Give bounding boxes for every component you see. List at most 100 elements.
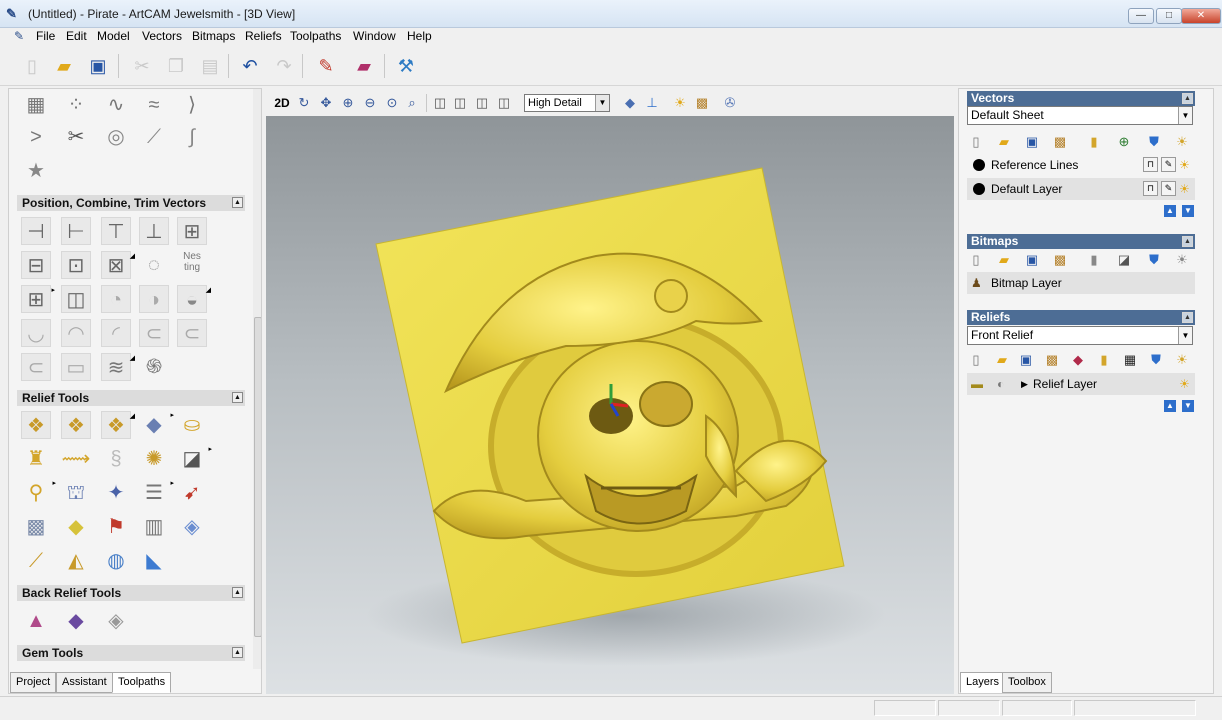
axis-toggle-icon[interactable]: ⊥ [642, 94, 662, 112]
back-relief-offset-icon[interactable]: ◆ [61, 607, 91, 635]
zoom-fit-icon[interactable]: ⊙ [382, 94, 402, 112]
merge-relief-icon[interactable]: ▩ [1043, 351, 1061, 369]
open-relief-icon[interactable]: ▰ [993, 351, 1011, 369]
curve-icon[interactable]: ≈ [139, 91, 169, 119]
chevron-down-icon[interactable]: ▼ [1178, 107, 1192, 124]
book-icon[interactable]: ▰ [350, 52, 378, 80]
trim-shape-icon[interactable]: ◒ ◢ [177, 285, 211, 313]
save-icon[interactable]: ▣ [84, 52, 112, 80]
relief-visibility-icon[interactable]: ☀ [1173, 351, 1191, 369]
menu-edit[interactable]: Edit [66, 29, 87, 43]
cylinder-icon[interactable]: ◎ [101, 123, 131, 151]
layer-visibility-icon[interactable]: ☀ [1173, 133, 1191, 151]
intersect-icon[interactable]: ◑ [139, 285, 169, 313]
new-file-icon[interactable]: ▯ [18, 52, 46, 80]
layer-transform-icon[interactable]: ⊕ [1115, 133, 1133, 151]
gem-blue-icon[interactable]: ◒ [101, 661, 131, 669]
align-center-h-icon[interactable]: ⊞ [177, 217, 207, 245]
section-relief-tools[interactable]: Relief Tools ▲ [17, 390, 245, 406]
paint-relief-icon[interactable]: ⚑ [101, 513, 131, 541]
gem-setting-icon[interactable]: ◒ [21, 661, 51, 669]
shape-editor-icon[interactable]: ❖ [21, 411, 51, 439]
wave-icon[interactable]: ∿ [101, 91, 131, 119]
detail-level-select[interactable]: High Detail ▼ [524, 94, 610, 112]
side-view-icon[interactable]: ◫ [494, 94, 514, 112]
vector-sheet-select[interactable]: Default Sheet ▼ [967, 106, 1193, 125]
relief-shading-icon[interactable]: ◆ [620, 94, 640, 112]
layer-row-reference-lines[interactable]: Reference Lines ⊓ ✎ ☀ [967, 154, 1195, 176]
new-bitmap-icon[interactable]: ▯ [967, 251, 985, 269]
star-icon[interactable]: ★ [21, 157, 51, 185]
cut-relief-icon[interactable]: ⛫ [61, 479, 91, 507]
reliefs-header[interactable]: Reliefs ▲ [967, 310, 1195, 325]
zoom-in-icon[interactable]: ⊕ [338, 94, 358, 112]
relief-properties-icon[interactable]: ▮ [1095, 351, 1113, 369]
view-2d-button[interactable]: 2D [272, 94, 292, 112]
pen-icon[interactable]: ✎ [1161, 181, 1176, 196]
bracket-icon[interactable]: ⟩ [177, 91, 207, 119]
extrude-icon[interactable]: ⟿ [61, 445, 91, 473]
close-button[interactable]: ✕ [1181, 8, 1221, 24]
menu-toolpaths[interactable]: Toolpaths [290, 29, 341, 43]
pan-view-icon[interactable]: ✥ [316, 94, 336, 112]
3d-viewport[interactable] [266, 116, 954, 694]
collapse-icon[interactable]: ▲ [1182, 236, 1193, 247]
swirl-icon[interactable]: § [101, 445, 131, 473]
align-top-icon[interactable]: ⊤ [101, 217, 131, 245]
fillet-icon[interactable]: ◜ [101, 319, 131, 347]
rotate-view-icon[interactable]: ↻ [294, 94, 314, 112]
edit-pencil-icon[interactable]: ✎ [312, 52, 340, 80]
align-bottom-icon[interactable]: ⊥ [139, 217, 169, 245]
menu-vectors[interactable]: Vectors [142, 29, 182, 43]
open-layer-icon[interactable]: ▰ [995, 133, 1013, 151]
tab-layers[interactable]: Layers [960, 672, 1006, 693]
knife-relief-icon[interactable]: ⟋ [21, 547, 51, 575]
menu-reliefs[interactable]: Reliefs [245, 29, 282, 43]
section-back-relief-tools[interactable]: Back Relief Tools ▲ [17, 585, 245, 601]
delete-layer-icon[interactable]: ⛊ [1145, 133, 1163, 151]
align-right-icon[interactable]: ⊢ [61, 217, 91, 245]
save-relief-icon[interactable]: ▣ [1017, 351, 1035, 369]
left-scrollbar[interactable] [253, 89, 261, 669]
relief-texture-icon[interactable]: ▦ [1121, 351, 1139, 369]
cut-icon[interactable]: ✂ [128, 52, 156, 80]
open-bitmap-icon[interactable]: ▰ [995, 251, 1013, 269]
material-icon[interactable]: ▩ [692, 94, 712, 112]
collapse-icon[interactable]: ▲ [232, 392, 243, 403]
scrollbar-thumb[interactable] [254, 317, 261, 637]
section-position-combine-trim[interactable]: Position, Combine, Trim Vectors ▲ [17, 195, 245, 211]
collapse-icon[interactable]: ▲ [232, 647, 243, 658]
distribute-icon[interactable]: ⊠ ◢ [101, 251, 135, 279]
feather-icon[interactable]: ➹ [177, 479, 207, 507]
plane-relief-icon[interactable]: ◆ ▸ [139, 411, 174, 439]
top-view-icon[interactable]: ◫ [450, 94, 470, 112]
layer-color-swatch[interactable] [973, 159, 985, 171]
round-rect-icon[interactable]: ▭ [61, 353, 91, 381]
chevron-down-icon[interactable]: ▼ [1178, 327, 1192, 344]
minimize-button[interactable]: — [1128, 8, 1154, 24]
spiral-icon[interactable]: ֍ [139, 353, 169, 381]
path-icon[interactable]: ∫ [177, 123, 207, 151]
layer-row-default-layer[interactable]: Default Layer ⊓ ✎ ☀ [967, 178, 1195, 200]
save-bitmap-icon[interactable]: ▣ [1023, 251, 1041, 269]
trim-scissors-icon[interactable]: ✂ [61, 123, 91, 151]
vectors-header[interactable]: Vectors ▲ [967, 91, 1195, 106]
offset-icon[interactable]: ⊂ [21, 353, 51, 381]
relief-sculpt-icon[interactable]: ❖ ◢ [101, 411, 135, 439]
layer-row-bitmap-layer[interactable]: ♟ Bitmap Layer [967, 272, 1195, 294]
group-icon[interactable]: ⊞ ▸ [21, 285, 55, 313]
light-bulb-icon[interactable]: ☀ [670, 94, 690, 112]
circle-array-icon[interactable]: ◌ [139, 251, 169, 279]
tab-toolpaths[interactable]: Toolpaths [112, 672, 172, 693]
section-gem-tools[interactable]: Gem Tools ▲ [17, 645, 245, 661]
zoom-box-icon[interactable]: ⌕ [402, 94, 422, 112]
weld-icon[interactable]: ◫ [61, 285, 91, 313]
texture-relief-icon[interactable]: ◪ ▸ [177, 445, 212, 473]
front-view-icon[interactable]: ◫ [472, 94, 492, 112]
fold-relief-icon[interactable]: ◭ [61, 547, 91, 575]
iso-view-icon[interactable]: ◫ [430, 94, 450, 112]
bulb-icon[interactable]: ☀ [1179, 373, 1190, 395]
weave-icon[interactable]: ✺ [139, 445, 169, 473]
move-relief-down-icon[interactable]: ▼ [1182, 400, 1194, 412]
merge-layer-icon[interactable]: ▩ [1051, 133, 1069, 151]
